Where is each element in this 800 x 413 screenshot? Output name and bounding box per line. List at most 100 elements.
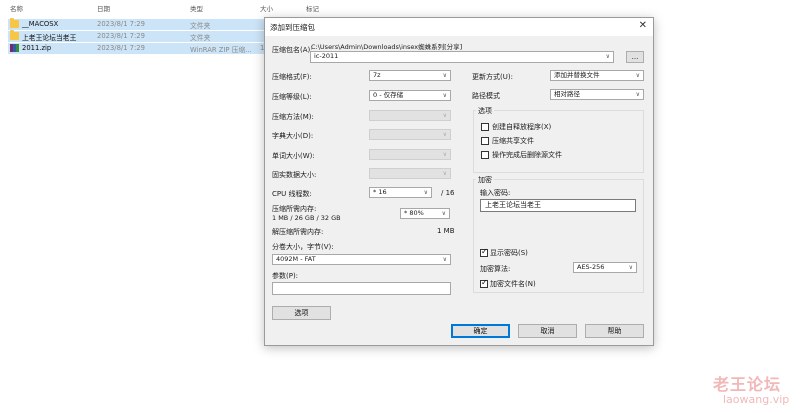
update-mode-select[interactable]: 添加并替换文件 ∨ <box>550 70 644 81</box>
file-type: 文件夹 <box>190 34 211 42</box>
path-mode-select[interactable]: 相对路径 ∨ <box>550 89 644 100</box>
file-row[interactable]: 上老王论坛当老王 2023/8/1 7:29 文件夹 <box>8 30 266 42</box>
add-to-archive-dialog: 添加到压缩包 ✕ 压缩包名(A): C:\Users\Admin\Downloa… <box>264 17 654 346</box>
dict-size-select[interactable]: ∨ <box>369 129 451 140</box>
mem-compress-label: 压缩所需内存: <box>272 205 317 213</box>
delete-source-label: 操作完成后删除源文件 <box>492 151 562 159</box>
file-name: 上老王论坛当老王 <box>22 34 77 42</box>
file-row[interactable]: __MACOSX 2023/8/1 7:29 文件夹 <box>8 18 266 30</box>
column-name[interactable]: 名称 <box>10 3 23 13</box>
dialog-titlebar: 添加到压缩包 ✕ <box>265 18 653 36</box>
chevron-down-icon: ∨ <box>628 264 633 271</box>
chevron-down-icon: ∨ <box>442 131 447 138</box>
path-mode-value: 相对路径 <box>554 90 580 98</box>
solid-size-select[interactable]: ∨ <box>369 168 451 179</box>
dialog-title: 添加到压缩包 <box>270 23 315 32</box>
file-name: __MACOSX <box>22 20 59 28</box>
password-input[interactable]: 上老王论坛当老王 <box>480 199 636 212</box>
cpu-threads-label: CPU 线程数: <box>272 190 312 198</box>
column-tag[interactable]: 标记 <box>306 3 319 13</box>
file-date: 2023/8/1 7:29 <box>97 20 145 28</box>
encrypt-filenames-checkbox[interactable] <box>480 278 488 288</box>
options-group-title: 选项 <box>476 106 494 116</box>
level-value: 0 - 仅存储 <box>373 91 404 99</box>
chevron-down-icon: ∨ <box>423 189 428 196</box>
encryption-method-select[interactable]: AES-256 ∨ <box>573 262 637 273</box>
word-size-select[interactable]: ∨ <box>369 149 451 160</box>
archive-path: C:\Users\Admin\Downloads\insex蜘蛛系列[分享] <box>311 43 463 51</box>
chevron-down-icon: ∨ <box>442 170 447 177</box>
format-select[interactable]: 7z ∨ <box>369 70 451 81</box>
sfx-checkbox[interactable] <box>481 123 489 131</box>
split-size-value: 4092M - FAT <box>276 255 316 263</box>
cpu-threads-value: * 16 <box>373 188 387 196</box>
column-date[interactable]: 日期 <box>97 3 110 13</box>
archive-name-value: ic-2011 <box>314 52 339 60</box>
chevron-down-icon: ∨ <box>442 151 447 158</box>
file-row[interactable]: 2011.zip 2023/8/1 7:29 WinRAR ZIP 压缩... … <box>8 43 266 54</box>
mem-percent-value: * 80% <box>404 209 424 217</box>
folder-icon <box>10 30 19 40</box>
encrypt-filenames-label: 加密文件名(N) <box>490 280 536 288</box>
solid-size-label: 固实数据大小: <box>272 171 317 179</box>
level-select[interactable]: 0 - 仅存储 ∨ <box>369 90 451 101</box>
chevron-down-icon: ∨ <box>635 72 640 79</box>
method-select[interactable]: ∨ <box>369 110 451 121</box>
ok-button[interactable]: 确定 <box>451 324 510 338</box>
mem-decompress-label: 解压缩所需内存: <box>272 228 324 236</box>
path-mode-label: 路径模式 <box>472 92 500 100</box>
watermark-logo-text: 老王论坛 <box>713 375 782 394</box>
file-list-header: 名称 日期 类型 大小 标记 <box>0 0 800 13</box>
archive-name-label: 压缩包名(A): <box>272 46 313 54</box>
level-label: 压缩等级(L): <box>272 93 312 101</box>
browse-button[interactable]: ... <box>626 51 644 63</box>
chevron-down-icon: ∨ <box>605 53 610 60</box>
help-button[interactable]: 帮助 <box>585 324 644 338</box>
cpu-threads-select[interactable]: * 16 ∨ <box>369 187 432 198</box>
update-mode-value: 添加并替换文件 <box>554 71 600 79</box>
mem-compress-value: 1 MB / 26 GB / 32 GB <box>272 214 341 222</box>
format-label: 压缩格式(F): <box>272 73 312 81</box>
watermark-url: laowang.vip <box>723 393 790 406</box>
column-size[interactable]: 大小 <box>260 3 273 13</box>
archive-name-combo[interactable]: ic-2011 ∨ <box>310 51 614 63</box>
show-password-label: 显示密码(S) <box>490 249 528 257</box>
shared-files-checkbox[interactable] <box>481 137 489 145</box>
close-icon[interactable]: ✕ <box>639 20 647 31</box>
chevron-down-icon: ∨ <box>442 256 447 263</box>
sfx-label: 创建自释放程序(X) <box>492 123 552 131</box>
column-type[interactable]: 类型 <box>190 3 203 13</box>
cancel-button[interactable]: 取消 <box>518 324 577 338</box>
winrar-archive-icon <box>10 44 19 52</box>
split-size-combo[interactable]: 4092M - FAT ∨ <box>272 254 451 265</box>
file-date: 2023/8/1 7:29 <box>97 32 145 40</box>
params-input[interactable] <box>272 282 451 295</box>
chevron-down-icon: ∨ <box>442 92 447 99</box>
cpu-threads-total: / 16 <box>441 189 455 197</box>
shared-files-label: 压缩共享文件 <box>492 137 534 145</box>
dict-size-label: 字典大小(D): <box>272 132 314 140</box>
options-button[interactable]: 选项 <box>272 306 331 320</box>
file-name: 2011.zip <box>22 44 52 52</box>
chevron-down-icon: ∨ <box>442 112 447 119</box>
password-label: 输入密码: <box>480 189 511 197</box>
delete-source-checkbox[interactable] <box>481 151 489 159</box>
chevron-down-icon: ∨ <box>441 210 446 217</box>
show-password-checkbox[interactable] <box>480 247 488 257</box>
file-date: 2023/8/1 7:29 <box>97 44 145 52</box>
file-type: 文件夹 <box>190 22 211 30</box>
folder-icon <box>10 18 19 28</box>
chevron-down-icon: ∨ <box>442 72 447 79</box>
encryption-method-label: 加密算法: <box>480 265 511 273</box>
method-label: 压缩方法(M): <box>272 113 314 121</box>
mem-percent-select[interactable]: * 80% ∨ <box>400 208 450 219</box>
chevron-down-icon: ∨ <box>635 91 640 98</box>
update-mode-label: 更新方式(U): <box>472 73 513 81</box>
encryption-method-value: AES-256 <box>577 263 605 271</box>
format-value: 7z <box>373 71 381 79</box>
mem-decompress-value: 1 MB <box>437 227 455 235</box>
word-size-label: 单词大小(W): <box>272 152 315 160</box>
encryption-group-title: 加密 <box>476 175 494 185</box>
file-type: WinRAR ZIP 压缩... <box>190 46 252 54</box>
params-label: 参数(P): <box>272 272 299 280</box>
